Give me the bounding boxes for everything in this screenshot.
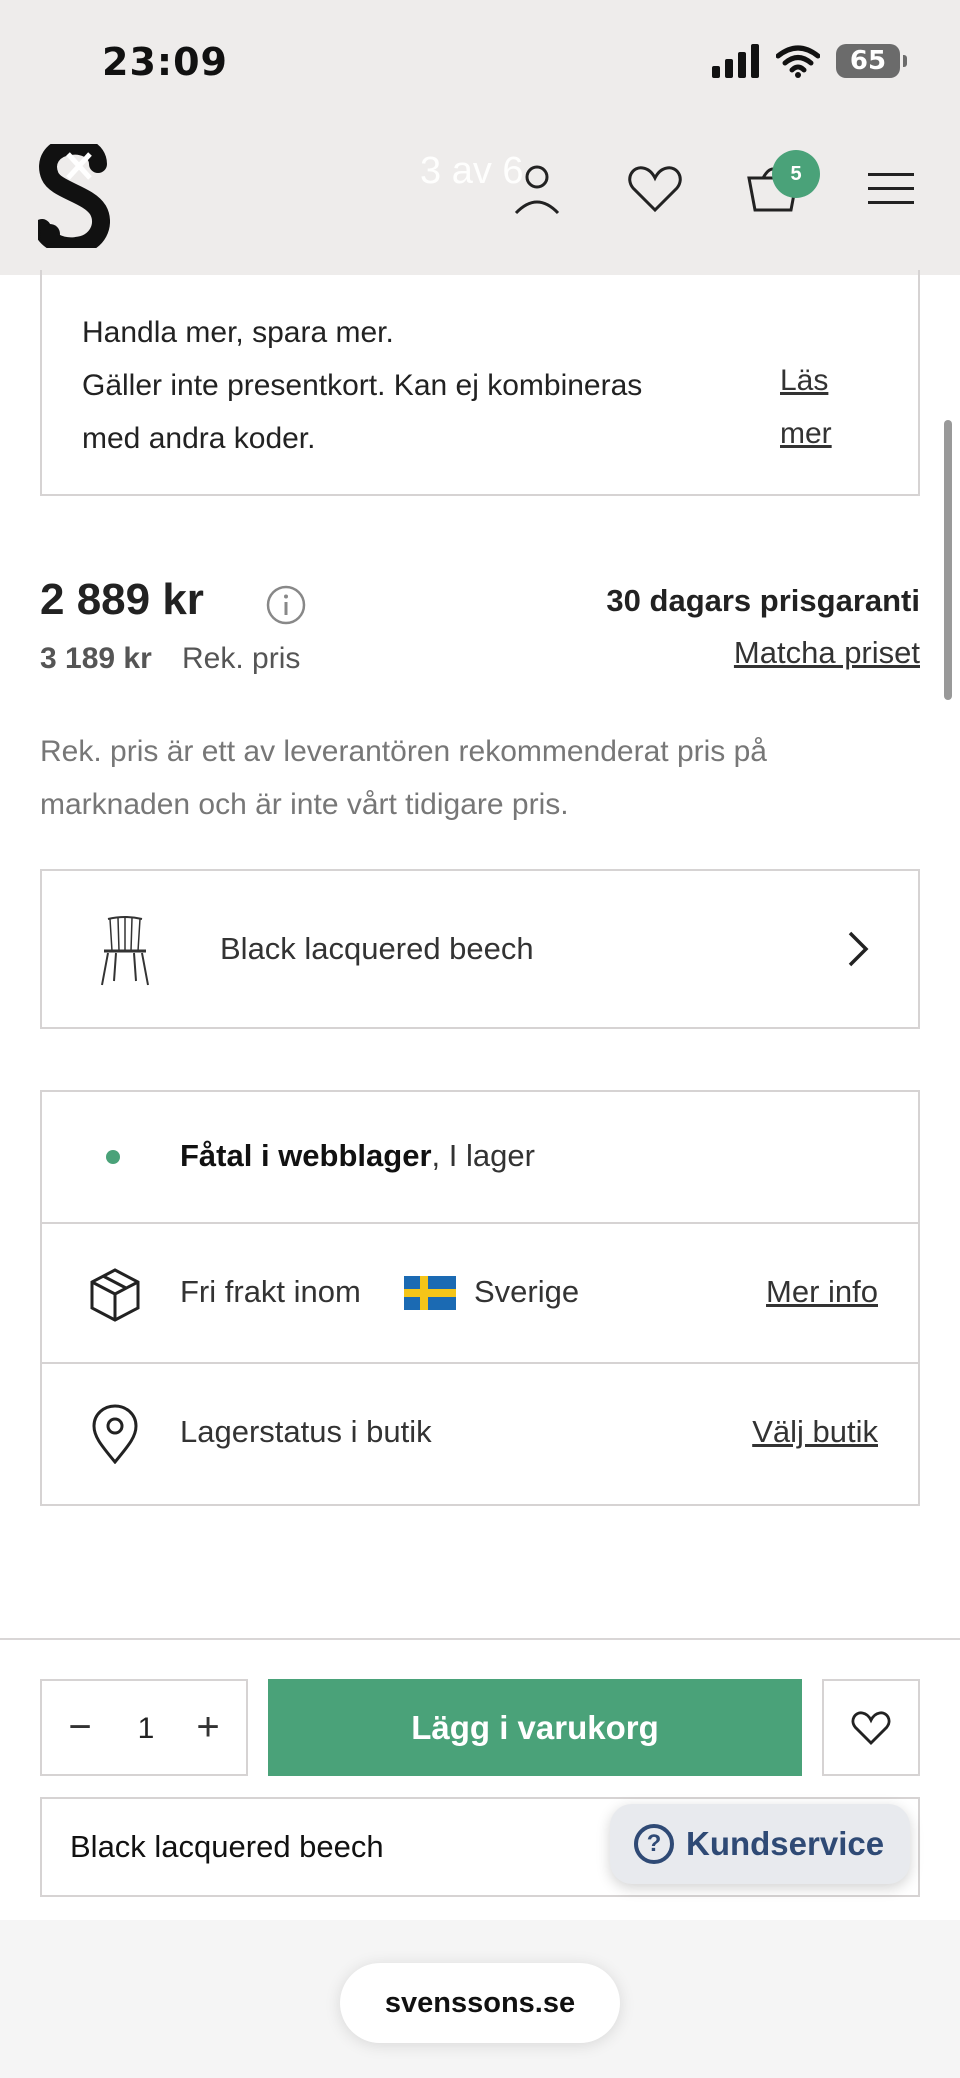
promo-box: Handla mer, spara mer. Gäller inte prese… xyxy=(40,270,920,496)
clock: 23:09 xyxy=(102,40,228,84)
battery-indicator: 65 xyxy=(836,44,907,78)
match-price-link[interactable]: Matcha priset xyxy=(734,635,920,671)
package-icon xyxy=(90,1268,140,1322)
promo-headline: Handla mer, spara mer. xyxy=(82,316,394,349)
chair-thumbnail-icon xyxy=(101,916,149,986)
variant-selector[interactable]: Black lacquered beech xyxy=(40,869,920,1029)
add-to-cart-button[interactable]: Lägg i varukorg xyxy=(268,1679,802,1776)
promo-terms-line: Gäller inte presentkort. Kan ej kombiner… xyxy=(82,369,643,402)
divider xyxy=(0,1638,960,1640)
menu-button[interactable] xyxy=(860,158,922,220)
store-stock-row: Lagerstatus i butik Välj butik xyxy=(42,1364,918,1504)
wishlist-button[interactable] xyxy=(624,158,686,220)
recommended-price-label: Rek. pris xyxy=(182,642,301,675)
cart-count-badge: 5 xyxy=(772,150,820,198)
web-stock-availability: , I lager xyxy=(431,1138,535,1173)
question-icon: ? xyxy=(634,1824,674,1864)
wifi-icon xyxy=(776,45,820,78)
stock-info-box: Fåtal i webblager, I lager Fri frakt ino… xyxy=(40,1090,920,1506)
web-stock-text: Fåtal i webblager, I lager xyxy=(180,1138,535,1174)
account-button[interactable] xyxy=(506,158,568,220)
stock-status-dot xyxy=(106,1150,120,1164)
svenssons-logo[interactable] xyxy=(38,144,110,248)
site-header: 3 av 6 5 xyxy=(0,130,960,275)
variant-label: Black lacquered beech xyxy=(220,931,534,966)
decrease-quantity-button[interactable]: − xyxy=(50,1697,110,1757)
read-more-link[interactable]: Läs mer xyxy=(780,354,850,460)
status-icons: 65 xyxy=(712,44,907,78)
location-pin-icon xyxy=(92,1404,138,1464)
chevron-right-icon xyxy=(848,931,869,967)
recommended-price: 3 189 kr xyxy=(40,642,152,675)
add-to-wishlist-button[interactable] xyxy=(822,1679,920,1776)
current-price: 2 889 kr xyxy=(40,575,204,624)
quantity-stepper: − + xyxy=(40,1679,248,1776)
heart-icon xyxy=(628,166,682,213)
signal-icon xyxy=(712,44,759,78)
info-icon[interactable] xyxy=(265,584,307,626)
price-guarantee: 30 dagars prisgaranti xyxy=(606,583,920,618)
user-icon xyxy=(514,165,560,215)
scrollbar[interactable] xyxy=(944,420,952,700)
shipping-text: Fri frakt inom xyxy=(180,1274,361,1309)
increase-quantity-button[interactable]: + xyxy=(178,1697,238,1757)
web-stock-row: Fåtal i webblager, I lager xyxy=(42,1092,918,1224)
choose-store-link[interactable]: Välj butik xyxy=(752,1414,878,1450)
shipping-more-info-link[interactable]: Mer info xyxy=(766,1274,878,1310)
address-bar[interactable]: svenssons.se xyxy=(340,1963,620,2043)
sweden-flag-icon xyxy=(404,1276,456,1310)
customer-service-label: Kundservice xyxy=(686,1825,885,1862)
promo-text: Handla mer, spara mer. Gäller inte prese… xyxy=(82,306,762,465)
selected-variant-label: Black lacquered beech xyxy=(70,1829,384,1864)
promo-terms-line: med andra koder. xyxy=(82,422,316,455)
price-disclaimer: Rek. pris är ett av leverantören rekomme… xyxy=(40,735,767,821)
hamburger-menu-icon xyxy=(868,173,914,204)
shipping-row: Fri frakt inom Sverige Mer info xyxy=(42,1224,918,1364)
quantity-input[interactable] xyxy=(116,1705,176,1753)
store-stock-text: Lagerstatus i butik xyxy=(180,1414,432,1449)
heart-icon xyxy=(851,1710,891,1745)
status-bar: 23:09 65 xyxy=(0,0,960,130)
customer-service-button[interactable]: ? Kundservice xyxy=(610,1804,910,1884)
web-stock-status: Fåtal i webblager xyxy=(180,1138,432,1173)
shipping-country: Sverige xyxy=(474,1274,580,1309)
